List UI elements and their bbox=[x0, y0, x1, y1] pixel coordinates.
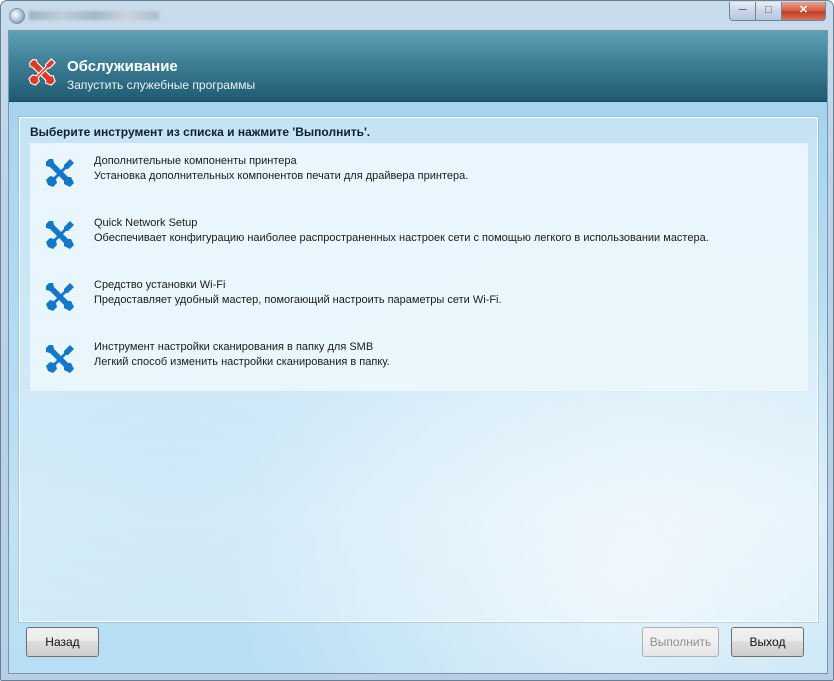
maximize-button[interactable]: □ bbox=[755, 2, 782, 21]
tool-panel: Выберите инструмент из списка и нажмите … bbox=[19, 117, 818, 622]
back-button[interactable]: Назад bbox=[26, 627, 99, 657]
tools-icon bbox=[46, 345, 74, 373]
exit-button[interactable]: Выход bbox=[731, 627, 804, 657]
tool-item-printer-components[interactable]: Дополнительные компоненты принтера Устан… bbox=[30, 145, 808, 203]
tool-item-quick-network-setup[interactable]: Quick Network Setup Обеспечивает конфигу… bbox=[30, 207, 808, 265]
tool-name: Quick Network Setup bbox=[94, 217, 198, 229]
window-title bbox=[29, 8, 159, 23]
tool-name: Средство установки Wi-Fi bbox=[94, 279, 226, 291]
app-icon[interactable] bbox=[9, 8, 25, 24]
tool-list: Дополнительные компоненты принтера Устан… bbox=[30, 143, 808, 391]
instruction-heading: Выберите инструмент из списка и нажмите … bbox=[30, 125, 371, 139]
header-banner: Обслуживание Запустить служебные програм… bbox=[9, 31, 827, 102]
title-bar[interactable]: ─ □ ✕ bbox=[1, 1, 833, 29]
client-area: Обслуживание Запустить служебные програм… bbox=[8, 30, 828, 674]
tool-item-wifi-setup[interactable]: Средство установки Wi-Fi Предоставляет у… bbox=[30, 269, 808, 327]
minimize-button[interactable]: ─ bbox=[729, 2, 756, 21]
tool-name: Инструмент настройки сканирования в папк… bbox=[94, 341, 374, 353]
tool-description: Легкий способ изменить настройки сканиро… bbox=[94, 356, 390, 368]
tool-name: Дополнительные компоненты принтера bbox=[94, 155, 297, 167]
tool-description: Обеспечивает конфигурацию наиболее распр… bbox=[94, 232, 709, 244]
header-subtitle: Запустить служебные программы bbox=[67, 78, 256, 92]
tool-description: Установка дополнительных компонентов печ… bbox=[94, 170, 469, 182]
header-title: Обслуживание bbox=[67, 58, 178, 75]
dialog-window: ─ □ ✕ Обслуживание Запустить служебные п… bbox=[0, 0, 834, 681]
tool-description: Предоставляет удобный мастер, помогающий… bbox=[94, 294, 502, 306]
tool-item-scan-to-smb[interactable]: Инструмент настройки сканирования в папк… bbox=[30, 331, 808, 389]
redacted-title bbox=[29, 11, 159, 20]
tools-icon bbox=[46, 283, 74, 311]
wrench-screwdriver-icon bbox=[28, 58, 56, 86]
close-button[interactable]: ✕ bbox=[781, 2, 826, 21]
run-button[interactable]: Выполнить bbox=[642, 627, 719, 657]
tools-icon bbox=[46, 221, 74, 249]
tools-icon bbox=[46, 159, 74, 187]
